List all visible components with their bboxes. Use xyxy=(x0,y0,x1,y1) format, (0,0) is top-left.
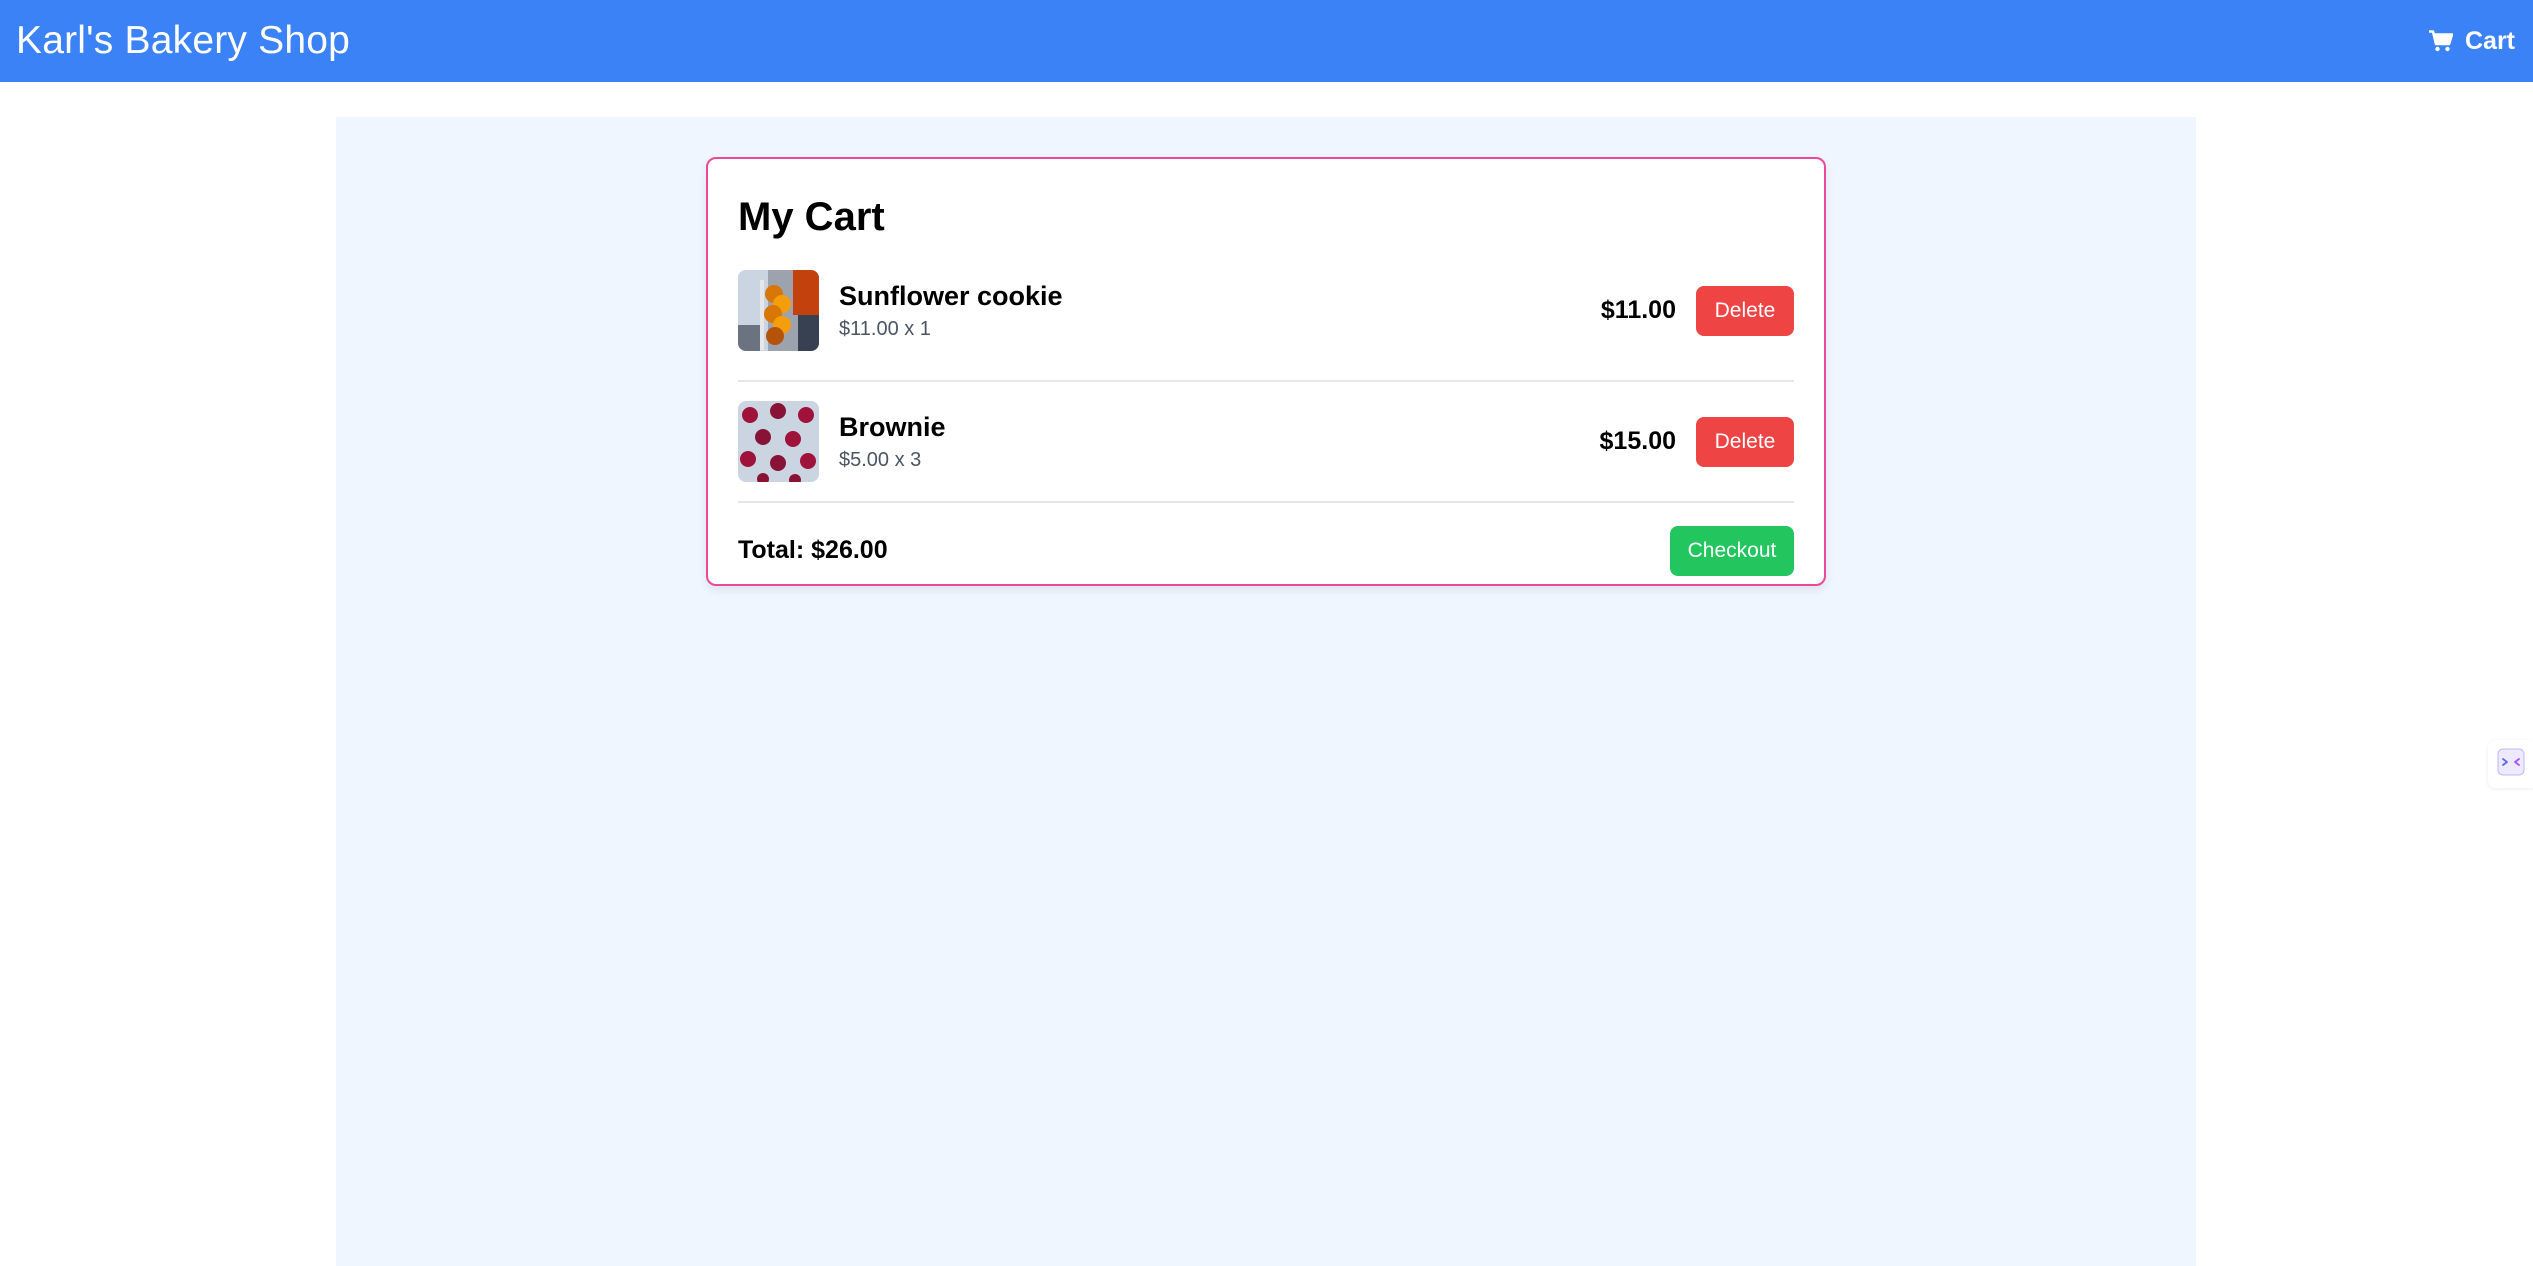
side-floating-widget[interactable] xyxy=(2488,740,2533,788)
cart-title: My Cart xyxy=(738,195,885,239)
cart-link-label: Cart xyxy=(2464,26,2515,55)
cart-item-info: Sunflower cookie $11.00 x 1 xyxy=(738,270,1063,351)
cart-item-name: Brownie xyxy=(839,411,946,442)
cart-item-actions: $11.00 Delete xyxy=(1600,285,1794,336)
cart-item-name: Sunflower cookie xyxy=(839,280,1063,311)
top-navbar: Karl's Bakery Shop Cart xyxy=(0,0,2533,82)
delete-button[interactable]: Delete xyxy=(1696,416,1794,467)
cart-item-line-total: $15.00 xyxy=(1599,427,1676,455)
cart-link[interactable]: Cart xyxy=(2428,26,2515,56)
cart-item-line-total: $11.00 xyxy=(1600,296,1676,324)
checkout-button[interactable]: Checkout xyxy=(1670,525,1794,576)
cart-item-info: Brownie $5.00 x 3 xyxy=(738,401,946,482)
brownie-image xyxy=(738,401,819,482)
delete-button[interactable]: Delete xyxy=(1696,285,1794,336)
cart-item-actions: $15.00 Delete xyxy=(1599,416,1794,467)
cart-item: Brownie $5.00 x 3 $15.00 Delete xyxy=(738,382,1794,503)
cart-item-unit-qty: $5.00 x 3 xyxy=(839,448,922,471)
cart-total: Total: $26.00 xyxy=(738,536,888,564)
translate-widget-icon xyxy=(2497,748,2525,781)
cart-footer: Total: $26.00 Checkout xyxy=(738,503,1794,598)
brand-title[interactable]: Karl's Bakery Shop xyxy=(16,19,350,63)
cart-item-unit-qty: $11.00 x 1 xyxy=(839,317,931,340)
cart-card: My Cart Sunflower cookie $11.00 x 1 $11.… xyxy=(706,157,1826,586)
cart-item: Sunflower cookie $11.00 x 1 $11.00 Delet… xyxy=(738,261,1794,382)
cart-item-text: Brownie $5.00 x 3 xyxy=(839,410,946,474)
main-content-panel: My Cart Sunflower cookie $11.00 x 1 $11.… xyxy=(336,117,2196,1266)
cart-item-text: Sunflower cookie $11.00 x 1 xyxy=(839,279,1063,343)
cart-items-list: Sunflower cookie $11.00 x 1 $11.00 Delet… xyxy=(738,261,1794,503)
shopping-cart-icon xyxy=(2428,30,2453,52)
sunflower-cookie-image xyxy=(738,270,819,351)
